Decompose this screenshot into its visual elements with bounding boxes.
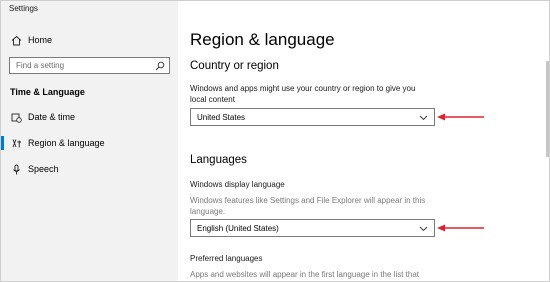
preferred-languages-description: Apps and websites will appear in the fir… xyxy=(190,270,420,279)
calendar-clock-icon xyxy=(10,111,22,123)
scrollbar[interactable] xyxy=(546,61,549,157)
country-heading: Country or region xyxy=(190,60,279,72)
region-language-icon xyxy=(10,137,22,149)
sidebar: Settings Home Find a setting Time & Lang… xyxy=(1,1,178,281)
sidebar-item-label: Home xyxy=(28,35,53,45)
sidebar-item-region-language[interactable]: Region & language xyxy=(1,132,178,154)
home-icon xyxy=(10,34,22,46)
main-content: Region & language Country or region Wind… xyxy=(178,1,549,281)
country-region-dropdown[interactable]: United States xyxy=(190,108,435,126)
display-language-description: Windows features like Settings and File … xyxy=(190,196,426,216)
red-arrow-annotation xyxy=(437,113,484,121)
chevron-down-icon xyxy=(419,115,428,121)
app-title: Settings xyxy=(9,4,38,13)
sidebar-item-date-time[interactable]: Date & time xyxy=(1,106,178,128)
search-icon[interactable] xyxy=(155,61,165,71)
sidebar-item-label: Speech xyxy=(28,164,59,174)
country-description: Windows and apps might use your country … xyxy=(190,84,416,104)
search-placeholder: Find a setting xyxy=(16,61,65,70)
red-arrow-annotation xyxy=(437,224,484,232)
sidebar-item-speech[interactable]: Speech xyxy=(1,158,178,180)
sidebar-item-label: Region & language xyxy=(28,138,105,148)
search-input[interactable]: Find a setting xyxy=(9,57,170,74)
display-language-dropdown[interactable]: English (United States) xyxy=(190,219,435,237)
page-title: Region & language xyxy=(190,30,335,49)
microphone-icon xyxy=(10,163,22,175)
sidebar-item-home[interactable]: Home xyxy=(1,29,178,51)
languages-heading: Languages xyxy=(190,154,247,166)
sidebar-item-label: Date & time xyxy=(28,112,76,122)
chevron-down-icon xyxy=(419,226,428,232)
section-heading: Time & Language xyxy=(10,87,85,97)
display-language-label: Windows display language xyxy=(190,180,285,189)
preferred-languages-label: Preferred languages xyxy=(190,254,263,263)
display-language-value: English (United States) xyxy=(197,223,279,233)
country-value: United States xyxy=(197,112,246,122)
settings-window: Settings Home Find a setting Time & Lang… xyxy=(0,0,550,282)
